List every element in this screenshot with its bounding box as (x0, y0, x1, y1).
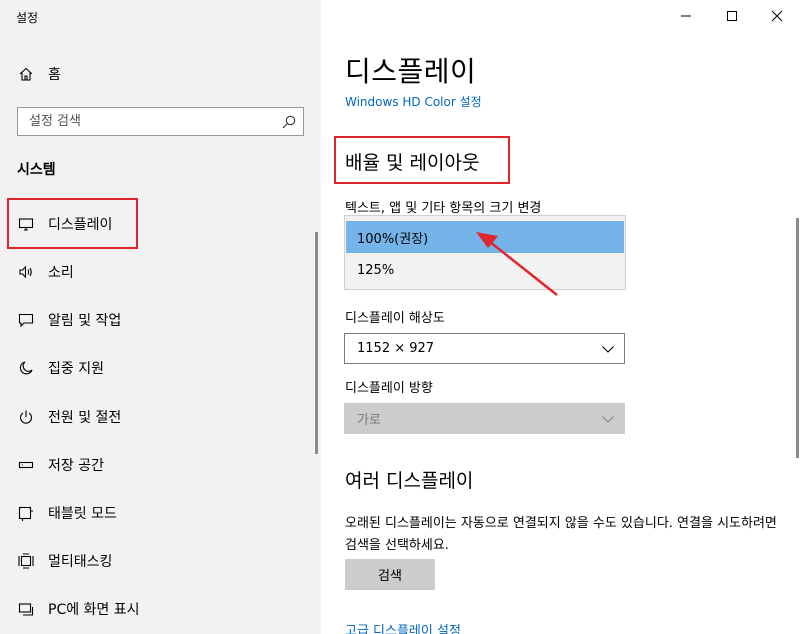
sidebar-item-tablet-mode[interactable]: 태블릿 모드 (0, 493, 321, 533)
sidebar-item-sound[interactable]: 소리 (0, 252, 321, 292)
sidebar-item-power[interactable]: 전원 및 절전 (0, 397, 321, 437)
multitask-icon (17, 552, 35, 570)
main-scrollbar[interactable] (796, 218, 799, 458)
scale-option-125[interactable]: 125% (346, 254, 624, 286)
maximize-button[interactable] (709, 0, 755, 32)
speaker-icon (17, 263, 35, 281)
close-icon (771, 7, 783, 26)
section-title: 시스템 (17, 162, 56, 178)
highlight-box-scale-heading (334, 136, 510, 184)
multiple-displays-description: 오래된 디스플레이는 자동으로 연결되지 않을 수도 있습니다. 연결을 시도하… (345, 516, 777, 553)
highlight-box-display (7, 198, 138, 249)
multiple-displays-heading: 여러 디스플레이 (345, 470, 474, 492)
moon-icon (17, 359, 35, 377)
orientation-value: 가로 (357, 413, 381, 428)
sidebar-item-label: 홈 (48, 67, 61, 83)
app-title: 설정 (16, 11, 39, 25)
notification-icon (17, 311, 35, 329)
sidebar-item-label: 전원 및 절전 (48, 410, 122, 426)
main-content: 디스플레이 Windows HD Color 설정 배율 및 레이아웃 텍스트,… (321, 0, 800, 634)
chevron-down-icon (601, 342, 615, 356)
sidebar-item-label: 태블릿 모드 (48, 506, 117, 522)
sidebar-item-storage[interactable]: 저장 공간 (0, 445, 321, 485)
tablet-icon (17, 504, 35, 522)
sidebar-item-label: 알림 및 작업 (48, 313, 122, 329)
sidebar-item-project[interactable]: PC에 화면 표시 (0, 589, 321, 629)
resolution-value: 1152 × 927 (357, 341, 435, 356)
close-button[interactable] (754, 0, 800, 32)
scale-dropdown-list[interactable]: 100%(권장) 125% (344, 215, 626, 290)
sidebar-item-label: 저장 공간 (48, 458, 104, 474)
hd-color-settings-link[interactable]: Windows HD Color 설정 (345, 93, 482, 110)
chevron-down-icon (601, 412, 615, 426)
sidebar-item-notifications[interactable]: 알림 및 작업 (0, 300, 321, 340)
maximize-icon (726, 7, 738, 26)
scale-option-100[interactable]: 100%(권장) (346, 221, 624, 253)
advanced-display-settings-link[interactable]: 고급 디스플레이 설정 (345, 620, 461, 634)
sidebar-item-label: PC에 화면 표시 (48, 602, 140, 618)
sidebar-item-label: 멀티태스킹 (48, 554, 113, 570)
sidebar-item-label: 집중 지원 (48, 361, 104, 377)
power-icon (17, 408, 35, 426)
minimize-icon (680, 7, 692, 26)
minimize-button[interactable] (663, 0, 709, 32)
sidebar-item-home[interactable]: 홈 (0, 54, 321, 94)
project-icon (17, 600, 35, 618)
sidebar: 설정 홈 시스템 디스플레이 소리 알림 및 작업 집중 (0, 0, 321, 634)
search-input[interactable] (18, 108, 268, 135)
sidebar-item-label: 소리 (48, 265, 74, 281)
resolution-dropdown[interactable]: 1152 × 927 (344, 333, 625, 364)
search-box[interactable] (17, 107, 304, 136)
orientation-label: 디스플레이 방향 (345, 381, 433, 396)
sidebar-item-multitasking[interactable]: 멀티태스킹 (0, 541, 321, 581)
page-title: 디스플레이 (345, 55, 477, 88)
sidebar-item-focus-assist[interactable]: 집중 지원 (0, 348, 321, 388)
sidebar-scrollbar[interactable] (315, 232, 318, 454)
orientation-dropdown[interactable]: 가로 (344, 403, 625, 434)
resolution-label: 디스플레이 해상도 (345, 311, 445, 326)
search-icon[interactable] (281, 114, 297, 130)
home-icon (17, 65, 35, 83)
storage-icon (17, 456, 35, 474)
detect-button[interactable]: 검색 (345, 559, 435, 590)
scale-label: 텍스트, 앱 및 기타 항목의 크기 변경 (345, 201, 542, 216)
